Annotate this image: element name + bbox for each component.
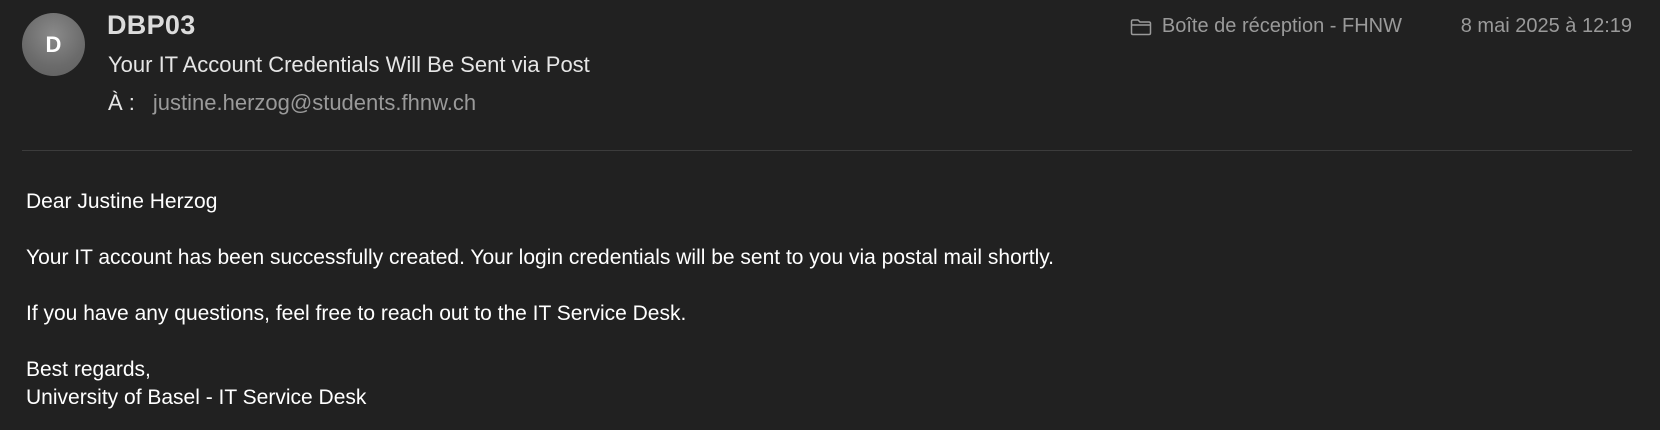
email-subject: Your IT Account Credentials Will Be Sent…	[108, 52, 590, 77]
header-divider	[22, 150, 1632, 151]
email-greeting: Dear Justine Herzog	[26, 190, 218, 213]
sender-name[interactable]: DBP03	[107, 10, 196, 41]
email-paragraph: Your IT account has been successfully cr…	[26, 246, 1055, 269]
email-signature: University of Basel - IT Service Desk	[26, 386, 367, 409]
mailbox-location[interactable]: Boîte de réception - FHNW	[1130, 15, 1402, 38]
email-closing: Best regards,	[26, 358, 151, 381]
recipient-address[interactable]: justine.herzog@students.fhnw.ch	[153, 90, 476, 116]
email-paragraph: If you have any questions, feel free to …	[26, 302, 687, 325]
mailbox-label: Boîte de réception - FHNW	[1161, 15, 1402, 37]
to-label: À :	[108, 90, 135, 115]
folder-icon	[1130, 18, 1152, 36]
email-date: 8 mai 2025 à 12:19	[1460, 15, 1632, 37]
avatar-initial: D	[45, 31, 62, 57]
email-body: Dear Justine Herzog Your IT account has …	[26, 188, 1054, 412]
sender-avatar[interactable]: D	[22, 13, 85, 76]
recipient-row: À : justine.herzog@students.fhnw.ch	[108, 90, 476, 116]
